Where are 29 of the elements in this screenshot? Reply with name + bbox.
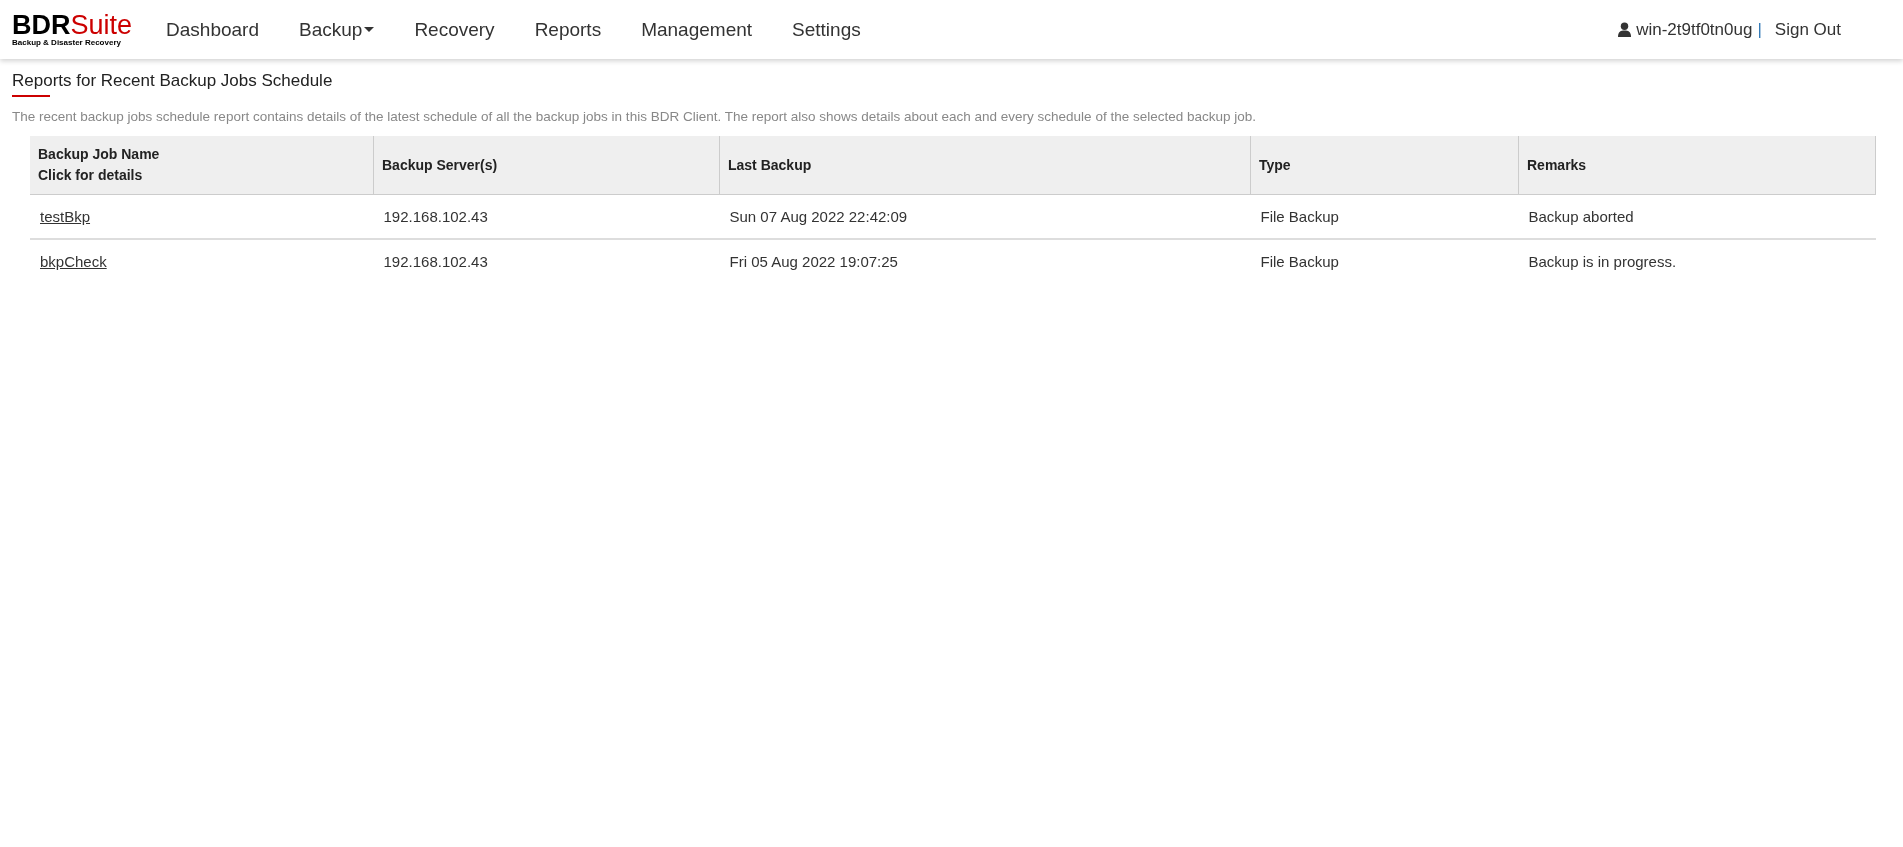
nav-link[interactable]: Reports [514, 18, 622, 41]
page-description: The recent backup jobs schedule report contains details of the latest schedule of all the backup jobs in this BDR Client. The report also shows details about each and every schedule of the selected backup job. [12, 109, 1257, 124]
column-header: Remarks [1518, 136, 1876, 195]
nav-link[interactable]: Management [621, 18, 773, 41]
column-header: Type [1250, 136, 1519, 195]
table-cell: 192.168.102.43 [373, 239, 720, 283]
username: win-2t9tf0tn0ug [1636, 19, 1753, 40]
table-cell: File Backup [1250, 239, 1519, 283]
job-name-link[interactable]: bkpCheck [40, 253, 107, 270]
page-title: Reports for Recent Backup Jobs Schedule [12, 71, 333, 91]
table-cell: Sun 07 Aug 2022 22:42:09 [719, 194, 1251, 239]
column-header: Last Backup [719, 136, 1251, 195]
caret-icon [364, 27, 375, 32]
separator: | [1757, 19, 1762, 40]
table-cell: Backup aborted [1518, 194, 1876, 239]
table-cell: File Backup [1250, 194, 1519, 239]
nav-link[interactable]: Backup [279, 18, 395, 41]
nav-link[interactable]: Settings [772, 18, 881, 41]
column-header: Backup Job Name Click for details [30, 136, 374, 195]
sign-out-link[interactable]: Sign Out [1774, 19, 1841, 40]
nav-link[interactable]: Recovery [394, 18, 515, 41]
table-cell: Backup is in progress. [1518, 239, 1876, 283]
job-name-link[interactable]: testBkp [40, 208, 91, 225]
user-icon [1618, 22, 1632, 37]
logo[interactable]: BDRSuite Backup & Disaster Recovery [12, 12, 133, 47]
nav-link[interactable]: Dashboard [146, 18, 279, 41]
column-header: Backup Server(s) [373, 136, 720, 195]
table-cell: 192.168.102.43 [373, 194, 720, 239]
table-cell: Fri 05 Aug 2022 19:07:25 [719, 239, 1251, 283]
